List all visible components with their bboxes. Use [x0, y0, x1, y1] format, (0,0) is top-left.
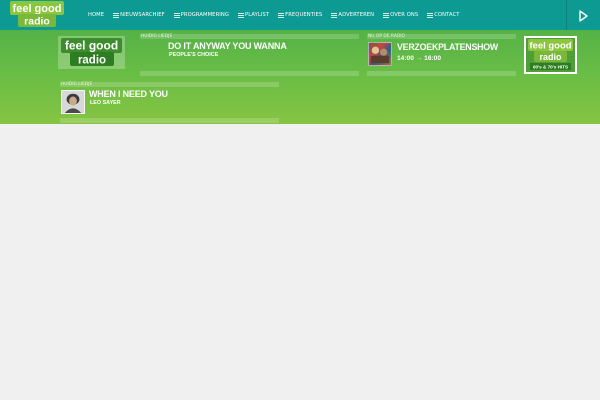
feel-good-radio-logo-large: feel good radio — [58, 36, 125, 69]
nav-item-home[interactable]: HOME — [88, 12, 104, 18]
feel-good-radio-logo[interactable]: feel good radio — [10, 1, 64, 28]
logo-tagline: 60's & 70's HITS — [533, 65, 568, 70]
show-start-time: 14:00 — [397, 55, 414, 62]
nav-item-label: PLAYLIST — [245, 12, 270, 18]
nav-item-label: OVER ONS — [390, 12, 419, 18]
caption-strip — [140, 34, 359, 39]
player-band: feel good radio HUIDIG LIEDJE DO IT ANYW… — [0, 30, 600, 124]
progress-strip — [60, 118, 279, 123]
list-icon — [238, 12, 244, 18]
svg-text:feel good: feel good — [529, 41, 571, 52]
nav-item-label: PROGRAMMERING — [180, 12, 229, 18]
svg-text:feel good: feel good — [65, 39, 118, 53]
progress-strip — [140, 71, 359, 76]
now-playing-title: DO IT ANYWAY YOU WANNA — [168, 41, 287, 51]
progress-strip — [367, 71, 516, 76]
current-song-caption: HUIDIG LIEDJE — [61, 81, 93, 87]
show-thumbnail[interactable] — [368, 42, 392, 66]
list-icon — [427, 12, 434, 18]
list-icon — [383, 12, 390, 18]
nav-item-frequenties[interactable]: FREQUENTIES — [278, 12, 322, 18]
nav-item-label: CONTACT — [434, 12, 460, 18]
artist-photo — [62, 91, 84, 113]
play-icon[interactable] — [576, 9, 590, 23]
nav-item-label: HOME — [88, 12, 105, 18]
current-song-artist: LEO SAYER — [90, 100, 121, 106]
list-icon — [113, 12, 120, 18]
svg-text:radio: radio — [539, 52, 562, 62]
logo-text-bottom: radio — [24, 16, 50, 28]
svg-text:radio: radio — [78, 55, 106, 67]
nav-item-over-ons[interactable]: OVER ONS — [383, 12, 418, 18]
nav-item-contact[interactable]: CONTACT — [427, 12, 459, 18]
arrow-icon: → — [415, 55, 423, 62]
on-air-caption: NU OP DE RADIO — [368, 33, 405, 39]
on-air-time: 14:00 → 16:00 — [397, 55, 441, 62]
list-icon — [278, 12, 285, 18]
nav-item-label: ADVERTEREN — [338, 12, 375, 18]
now-playing-caption: HUIDIG LIEDJE — [141, 33, 173, 39]
divider — [566, 0, 567, 30]
top-navigation-bar: feel good radio HOME NIEUWSARCHIEF PROGRAM… — [0, 0, 600, 30]
nav-item-adverteren[interactable]: ADVERTEREN — [331, 12, 374, 18]
show-photo — [370, 46, 390, 64]
on-air-show: VERZOEKPLATENSHOW — [397, 42, 499, 52]
list-icon — [331, 12, 338, 18]
nav-item-programmering[interactable]: PROGRAMMERING — [173, 12, 229, 18]
caption-strip — [60, 82, 279, 87]
nav-item-label: NIEUWSARCHIEF — [120, 12, 165, 18]
nav-item-playlist[interactable]: PLAYLIST — [238, 12, 269, 18]
artist-thumbnail[interactable] — [61, 90, 85, 114]
show-end-time: 16:00 — [424, 55, 442, 62]
list-icon — [173, 12, 180, 18]
nav-item-nieuwsarchief[interactable]: NIEUWSARCHIEF — [113, 12, 165, 18]
current-song-title: WHEN I NEED YOU — [89, 89, 168, 99]
feel-good-radio-60s-70s-logo[interactable]: feel good radio 60's & 70's HITS — [524, 36, 577, 74]
logo-text-top: feel good — [13, 3, 62, 15]
nav-item-label: FREQUENTIES — [285, 12, 323, 18]
now-playing-artist: PEOPLE'S CHOICE — [169, 52, 219, 58]
main-content-area — [0, 124, 600, 400]
main-menu: HOME NIEUWSARCHIEF PROGRAMMERING PLAYLIST FR… — [88, 0, 469, 30]
